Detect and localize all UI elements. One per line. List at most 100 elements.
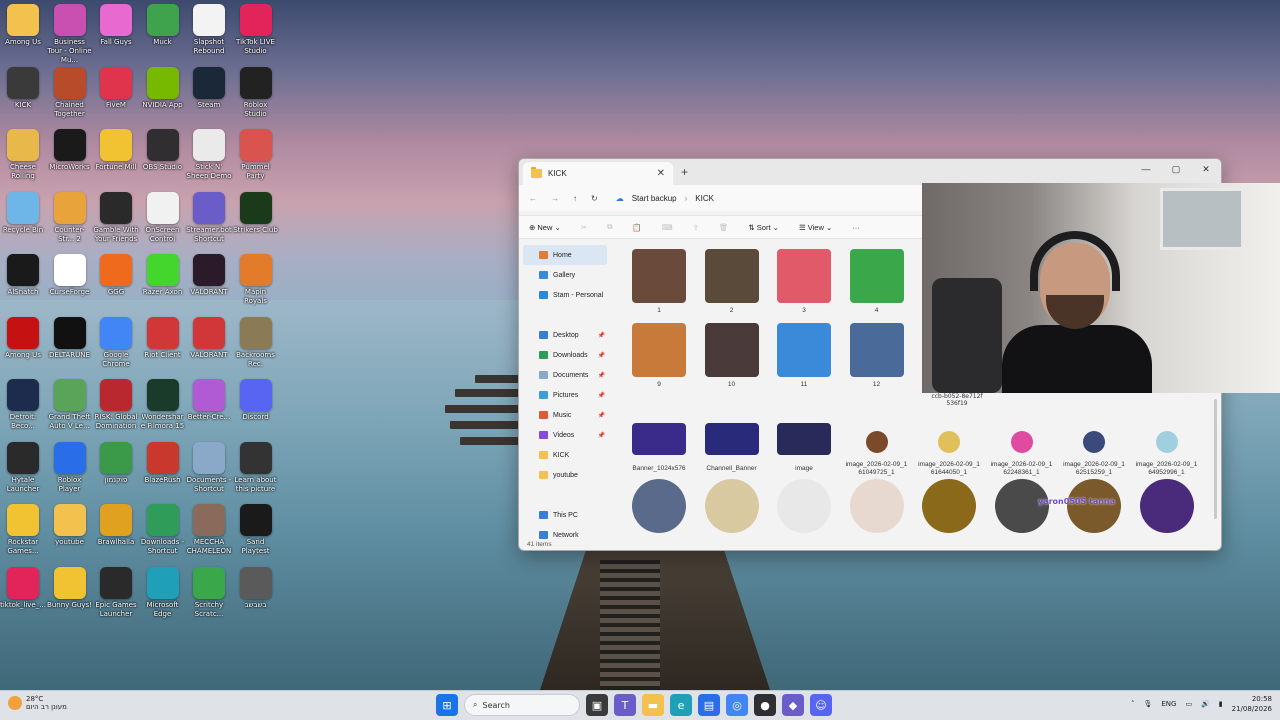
file-item[interactable]	[700, 479, 764, 537]
desktop-icon[interactable]: בשבשב	[233, 566, 279, 610]
desktop-icon[interactable]: Riot Client	[140, 316, 186, 360]
desktop-icon[interactable]: Grand Theft Auto V Le...	[47, 379, 93, 431]
search-box[interactable]: ⌕ Search	[464, 694, 580, 716]
store-icon[interactable]: ▤	[698, 694, 720, 716]
desktop-icon[interactable]: BlazeRush	[140, 441, 186, 485]
nav-item-videos[interactable]: Videos 📌	[519, 425, 611, 445]
new-tab-button[interactable]: +	[681, 165, 688, 179]
desktop-icon[interactable]: Strikers Club	[233, 191, 279, 235]
desktop-icon[interactable]: Microsoft Edge	[140, 566, 186, 619]
desktop-icon[interactable]: MECCHA CHAMELEON	[186, 504, 232, 556]
streamerbot-icon[interactable]: ◆	[782, 694, 804, 716]
nav-item-gallery[interactable]: Gallery	[519, 265, 611, 285]
file-item[interactable]	[627, 479, 691, 537]
tab-kick[interactable]: KICK ✕	[523, 162, 673, 185]
cut-icon[interactable]: ✂	[581, 223, 587, 232]
desktop-icon[interactable]: TikTok LIVE Studio	[233, 4, 279, 56]
desktop-icon[interactable]: פוקנמון	[93, 441, 139, 485]
refresh-icon[interactable]: ↻	[591, 194, 598, 203]
desktop-icon[interactable]: Discord	[233, 379, 279, 422]
volume-icon[interactable]: 🔊	[1201, 700, 1210, 708]
desktop-icon[interactable]: Wondershare Filmora 15	[140, 379, 186, 431]
desktop-icon[interactable]: Stick N' Sheep Demo	[186, 129, 232, 181]
maximize-button[interactable]: ▢	[1161, 159, 1191, 179]
desktop-icon[interactable]: Better-Cre...	[186, 379, 232, 422]
desktop-icon[interactable]: Pummel Party	[233, 129, 279, 181]
new-button[interactable]: ⊕ New ⌄	[529, 223, 561, 232]
start-button[interactable]: ⊞	[436, 694, 458, 716]
battery-icon[interactable]: ▮	[1219, 700, 1223, 708]
file-item[interactable]: 12	[845, 323, 909, 389]
file-item[interactable]: 3	[772, 249, 836, 315]
desktop-icon[interactable]: OBS Studio	[140, 129, 186, 172]
desktop-icon[interactable]: Hytale Launcher	[0, 441, 46, 494]
desktop-icon[interactable]: DELTARUNE	[47, 316, 93, 360]
rename-icon[interactable]: ⌨	[662, 223, 673, 232]
desktop-icon[interactable]: Mapin Royals	[233, 254, 279, 306]
obs-icon[interactable]: ●	[754, 694, 776, 716]
desktop-icon[interactable]: Learn about this picture	[233, 441, 279, 494]
desktop-icon[interactable]: Muck	[140, 4, 186, 47]
forward-icon[interactable]: →	[551, 194, 559, 203]
task-view-icon[interactable]: ▣	[586, 694, 608, 716]
language-indicator[interactable]: ENG	[1161, 700, 1176, 708]
network-icon[interactable]: ▭	[1185, 700, 1192, 708]
microphone-icon[interactable]: 🎙	[1143, 700, 1152, 708]
scrollbar[interactable]	[1214, 399, 1217, 519]
desktop-icon[interactable]: Sand Playtest	[233, 504, 279, 556]
nav-item-this-pc[interactable]: This PC	[519, 505, 611, 525]
desktop-icon[interactable]: FiveM	[93, 66, 139, 110]
desktop-icon[interactable]: KICK	[0, 66, 46, 110]
desktop-icon[interactable]: Google Chrome	[93, 316, 139, 369]
desktop-icon[interactable]: Fortune Mill	[93, 129, 139, 172]
desktop-icon[interactable]: GGG	[93, 254, 139, 297]
up-icon[interactable]: ↑	[573, 194, 577, 203]
file-item[interactable]: 11	[772, 323, 836, 389]
file-item[interactable]: image_2026-02-09_162515259_1	[1062, 417, 1126, 477]
desktop-icon[interactable]: MicroWorks	[47, 129, 93, 172]
desktop-icon[interactable]: Epic Games Launcher	[93, 566, 139, 619]
edge-icon[interactable]: e	[670, 694, 692, 716]
desktop-icon[interactable]: OnScreen Control	[140, 191, 186, 244]
teams-icon[interactable]: T	[614, 694, 636, 716]
nav-item-pictures[interactable]: Pictures 📌	[519, 385, 611, 405]
nav-item-stam-personal[interactable]: Stam - Personal	[519, 285, 611, 305]
desktop-icon[interactable]: Roblox Player	[47, 441, 93, 494]
tray-overflow-icon[interactable]: ˄	[1131, 700, 1135, 708]
share-icon[interactable]: ⇪	[693, 223, 699, 232]
desktop-icon[interactable]: Recycle Bin	[0, 191, 46, 235]
desktop-icon[interactable]: Rockstar Games...	[0, 504, 46, 556]
file-item[interactable]	[1135, 479, 1199, 537]
file-item[interactable]	[990, 479, 1054, 537]
nav-item-desktop[interactable]: Desktop 📌	[519, 325, 611, 345]
file-item[interactable]: Banner_1024x576	[627, 417, 691, 473]
clock[interactable]: 20:58 21/08/2026	[1232, 694, 1272, 714]
desktop-icon[interactable]: Scritchy Scratc...	[186, 566, 232, 619]
close-window-button[interactable]: ✕	[1191, 159, 1221, 179]
weather-widget[interactable]: 28°C מעונן רב היום	[8, 695, 67, 711]
desktop-icon[interactable]: Razer Axon	[140, 254, 186, 297]
nav-item-downloads[interactable]: Downloads 📌	[519, 345, 611, 365]
file-item[interactable]	[1062, 479, 1126, 537]
desktop-icon[interactable]: Among Us	[0, 4, 46, 47]
desktop-icon[interactable]: Business Tour - Online Mu...	[47, 4, 93, 65]
desktop-icon[interactable]: Chained Together	[47, 66, 93, 119]
paste-icon[interactable]: 📋	[632, 223, 641, 232]
file-item[interactable]: image_2026-02-09_161644050_1	[917, 417, 981, 477]
desktop-icon[interactable]: NVIDIA App	[140, 66, 186, 110]
desktop-icon[interactable]: AlSnatch	[0, 254, 46, 297]
copy-icon[interactable]: ⧉	[607, 222, 612, 232]
discord-icon[interactable]: ☺	[810, 694, 832, 716]
file-item[interactable]: image_2026-02-09_161049725_1	[845, 417, 909, 477]
file-item[interactable]	[772, 479, 836, 537]
desktop-icon[interactable]: Among Us	[0, 316, 46, 360]
desktop-icon[interactable]: Brawlhalla	[93, 504, 139, 547]
desktop-icon[interactable]: Detroit: Beco...	[0, 379, 46, 431]
chrome-icon[interactable]: ◎	[726, 694, 748, 716]
desktop-icon[interactable]: RISK: Global Domination	[93, 379, 139, 431]
file-item[interactable]: 9	[627, 323, 691, 389]
desktop-icon[interactable]: CurseForge	[47, 254, 93, 297]
file-item[interactable]: image	[772, 417, 836, 473]
view-button[interactable]: ☰ View ⌄	[799, 223, 832, 232]
desktop-icon[interactable]: Backrooms Rec.	[233, 316, 279, 369]
